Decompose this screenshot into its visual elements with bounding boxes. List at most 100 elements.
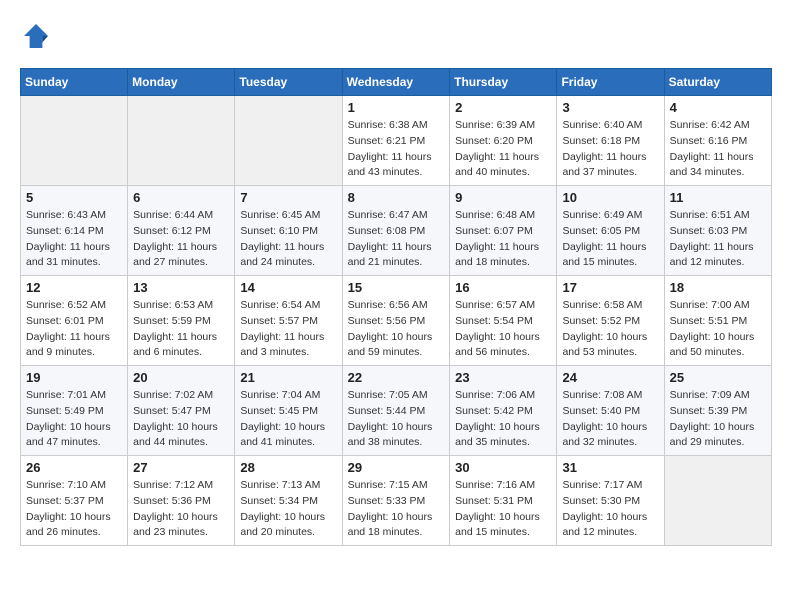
calendar-cell: 5 Sunrise: 6:43 AMSunset: 6:14 PMDaylight… <box>21 186 128 276</box>
day-detail: Sunrise: 7:08 AMSunset: 5:40 PMDaylight:… <box>562 388 658 451</box>
day-detail: Sunrise: 7:17 AMSunset: 5:30 PMDaylight:… <box>562 478 658 541</box>
calendar-cell: 27 Sunrise: 7:12 AMSunset: 5:36 PMDayligh… <box>128 456 235 546</box>
calendar-cell: 23 Sunrise: 7:06 AMSunset: 5:42 PMDayligh… <box>450 366 557 456</box>
day-detail: Sunrise: 7:02 AMSunset: 5:47 PMDaylight:… <box>133 388 229 451</box>
day-number: 8 <box>348 190 445 205</box>
day-number: 22 <box>348 370 445 385</box>
day-detail: Sunrise: 6:40 AMSunset: 6:18 PMDaylight:… <box>562 118 658 181</box>
day-number: 19 <box>26 370 122 385</box>
day-number: 7 <box>240 190 336 205</box>
day-number: 21 <box>240 370 336 385</box>
page-header <box>20 20 772 52</box>
calendar-cell <box>128 96 235 186</box>
day-number: 18 <box>670 280 766 295</box>
day-number: 17 <box>562 280 658 295</box>
day-detail: Sunrise: 7:00 AMSunset: 5:51 PMDaylight:… <box>670 298 766 361</box>
day-header-tuesday: Tuesday <box>235 69 342 96</box>
calendar-cell: 20 Sunrise: 7:02 AMSunset: 5:47 PMDayligh… <box>128 366 235 456</box>
calendar-week-row: 5 Sunrise: 6:43 AMSunset: 6:14 PMDaylight… <box>21 186 772 276</box>
day-detail: Sunrise: 7:15 AMSunset: 5:33 PMDaylight:… <box>348 478 445 541</box>
day-detail: Sunrise: 6:47 AMSunset: 6:08 PMDaylight:… <box>348 208 445 271</box>
day-detail: Sunrise: 7:09 AMSunset: 5:39 PMDaylight:… <box>670 388 766 451</box>
calendar-cell: 11 Sunrise: 6:51 AMSunset: 6:03 PMDayligh… <box>664 186 771 276</box>
day-detail: Sunrise: 7:05 AMSunset: 5:44 PMDaylight:… <box>348 388 445 451</box>
day-header-saturday: Saturday <box>664 69 771 96</box>
day-number: 15 <box>348 280 445 295</box>
calendar-cell: 12 Sunrise: 6:52 AMSunset: 6:01 PMDayligh… <box>21 276 128 366</box>
calendar-cell: 14 Sunrise: 6:54 AMSunset: 5:57 PMDayligh… <box>235 276 342 366</box>
calendar-table: SundayMondayTuesdayWednesdayThursdayFrid… <box>20 68 772 546</box>
logo <box>20 20 56 52</box>
calendar-cell: 10 Sunrise: 6:49 AMSunset: 6:05 PMDayligh… <box>557 186 664 276</box>
day-number: 1 <box>348 100 445 115</box>
day-detail: Sunrise: 7:01 AMSunset: 5:49 PMDaylight:… <box>26 388 122 451</box>
day-detail: Sunrise: 6:52 AMSunset: 6:01 PMDaylight:… <box>26 298 122 361</box>
day-number: 2 <box>455 100 551 115</box>
calendar-cell: 13 Sunrise: 6:53 AMSunset: 5:59 PMDayligh… <box>128 276 235 366</box>
day-detail: Sunrise: 6:43 AMSunset: 6:14 PMDaylight:… <box>26 208 122 271</box>
calendar-week-row: 19 Sunrise: 7:01 AMSunset: 5:49 PMDayligh… <box>21 366 772 456</box>
day-number: 3 <box>562 100 658 115</box>
day-number: 10 <box>562 190 658 205</box>
calendar-cell: 29Sunrise: 7:15 AMSunset: 5:33 PMDayligh… <box>342 456 450 546</box>
day-number: 11 <box>670 190 766 205</box>
day-detail: Sunrise: 7:04 AMSunset: 5:45 PMDaylight:… <box>240 388 336 451</box>
day-detail: Sunrise: 6:54 AMSunset: 5:57 PMDaylight:… <box>240 298 336 361</box>
logo-icon <box>20 20 52 52</box>
day-header-sunday: Sunday <box>21 69 128 96</box>
calendar-cell: 24 Sunrise: 7:08 AMSunset: 5:40 PMDayligh… <box>557 366 664 456</box>
day-detail: Sunrise: 6:57 AMSunset: 5:54 PMDaylight:… <box>455 298 551 361</box>
day-detail: Sunrise: 6:45 AMSunset: 6:10 PMDaylight:… <box>240 208 336 271</box>
day-number: 27 <box>133 460 229 475</box>
calendar-cell: 4Sunrise: 6:42 AMSunset: 6:16 PMDaylight… <box>664 96 771 186</box>
day-header-thursday: Thursday <box>450 69 557 96</box>
calendar-cell: 8 Sunrise: 6:47 AMSunset: 6:08 PMDaylight… <box>342 186 450 276</box>
day-detail: Sunrise: 7:10 AMSunset: 5:37 PMDaylight:… <box>26 478 122 541</box>
calendar-cell: 25Sunrise: 7:09 AMSunset: 5:39 PMDayligh… <box>664 366 771 456</box>
day-detail: Sunrise: 7:12 AMSunset: 5:36 PMDaylight:… <box>133 478 229 541</box>
calendar-cell: 19 Sunrise: 7:01 AMSunset: 5:49 PMDayligh… <box>21 366 128 456</box>
day-detail: Sunrise: 6:39 AMSunset: 6:20 PMDaylight:… <box>455 118 551 181</box>
calendar-cell: 6Sunrise: 6:44 AMSunset: 6:12 PMDaylight… <box>128 186 235 276</box>
day-header-wednesday: Wednesday <box>342 69 450 96</box>
calendar-cell: 16 Sunrise: 6:57 AMSunset: 5:54 PMDayligh… <box>450 276 557 366</box>
day-detail: Sunrise: 7:16 AMSunset: 5:31 PMDaylight:… <box>455 478 551 541</box>
day-detail: Sunrise: 6:58 AMSunset: 5:52 PMDaylight:… <box>562 298 658 361</box>
day-number: 5 <box>26 190 122 205</box>
day-detail: Sunrise: 6:49 AMSunset: 6:05 PMDaylight:… <box>562 208 658 271</box>
calendar-cell: 21 Sunrise: 7:04 AMSunset: 5:45 PMDayligh… <box>235 366 342 456</box>
day-number: 13 <box>133 280 229 295</box>
calendar-week-row: 1Sunrise: 6:38 AMSunset: 6:21 PMDaylight… <box>21 96 772 186</box>
day-detail: Sunrise: 7:13 AMSunset: 5:34 PMDaylight:… <box>240 478 336 541</box>
day-number: 28 <box>240 460 336 475</box>
calendar-cell <box>235 96 342 186</box>
day-detail: Sunrise: 6:48 AMSunset: 6:07 PMDaylight:… <box>455 208 551 271</box>
calendar-cell: 26Sunrise: 7:10 AMSunset: 5:37 PMDayligh… <box>21 456 128 546</box>
day-detail: Sunrise: 6:51 AMSunset: 6:03 PMDaylight:… <box>670 208 766 271</box>
calendar-header-row: SundayMondayTuesdayWednesdayThursdayFrid… <box>21 69 772 96</box>
day-number: 23 <box>455 370 551 385</box>
day-number: 14 <box>240 280 336 295</box>
calendar-cell: 30Sunrise: 7:16 AMSunset: 5:31 PMDayligh… <box>450 456 557 546</box>
calendar-cell: 15 Sunrise: 6:56 AMSunset: 5:56 PMDayligh… <box>342 276 450 366</box>
day-detail: Sunrise: 7:06 AMSunset: 5:42 PMDaylight:… <box>455 388 551 451</box>
calendar-week-row: 26Sunrise: 7:10 AMSunset: 5:37 PMDayligh… <box>21 456 772 546</box>
day-number: 12 <box>26 280 122 295</box>
day-number: 24 <box>562 370 658 385</box>
calendar-cell: 3 Sunrise: 6:40 AMSunset: 6:18 PMDaylight… <box>557 96 664 186</box>
calendar-cell: 7 Sunrise: 6:45 AMSunset: 6:10 PMDaylight… <box>235 186 342 276</box>
day-detail: Sunrise: 6:56 AMSunset: 5:56 PMDaylight:… <box>348 298 445 361</box>
calendar-cell <box>664 456 771 546</box>
day-detail: Sunrise: 6:42 AMSunset: 6:16 PMDaylight:… <box>670 118 766 181</box>
day-number: 20 <box>133 370 229 385</box>
calendar-cell: 31 Sunrise: 7:17 AMSunset: 5:30 PMDayligh… <box>557 456 664 546</box>
calendar-cell: 17 Sunrise: 6:58 AMSunset: 5:52 PMDayligh… <box>557 276 664 366</box>
calendar-cell: 1Sunrise: 6:38 AMSunset: 6:21 PMDaylight… <box>342 96 450 186</box>
calendar-week-row: 12 Sunrise: 6:52 AMSunset: 6:01 PMDayligh… <box>21 276 772 366</box>
calendar-cell: 9 Sunrise: 6:48 AMSunset: 6:07 PMDaylight… <box>450 186 557 276</box>
day-number: 31 <box>562 460 658 475</box>
calendar-cell <box>21 96 128 186</box>
day-number: 9 <box>455 190 551 205</box>
day-detail: Sunrise: 6:53 AMSunset: 5:59 PMDaylight:… <box>133 298 229 361</box>
day-number: 16 <box>455 280 551 295</box>
